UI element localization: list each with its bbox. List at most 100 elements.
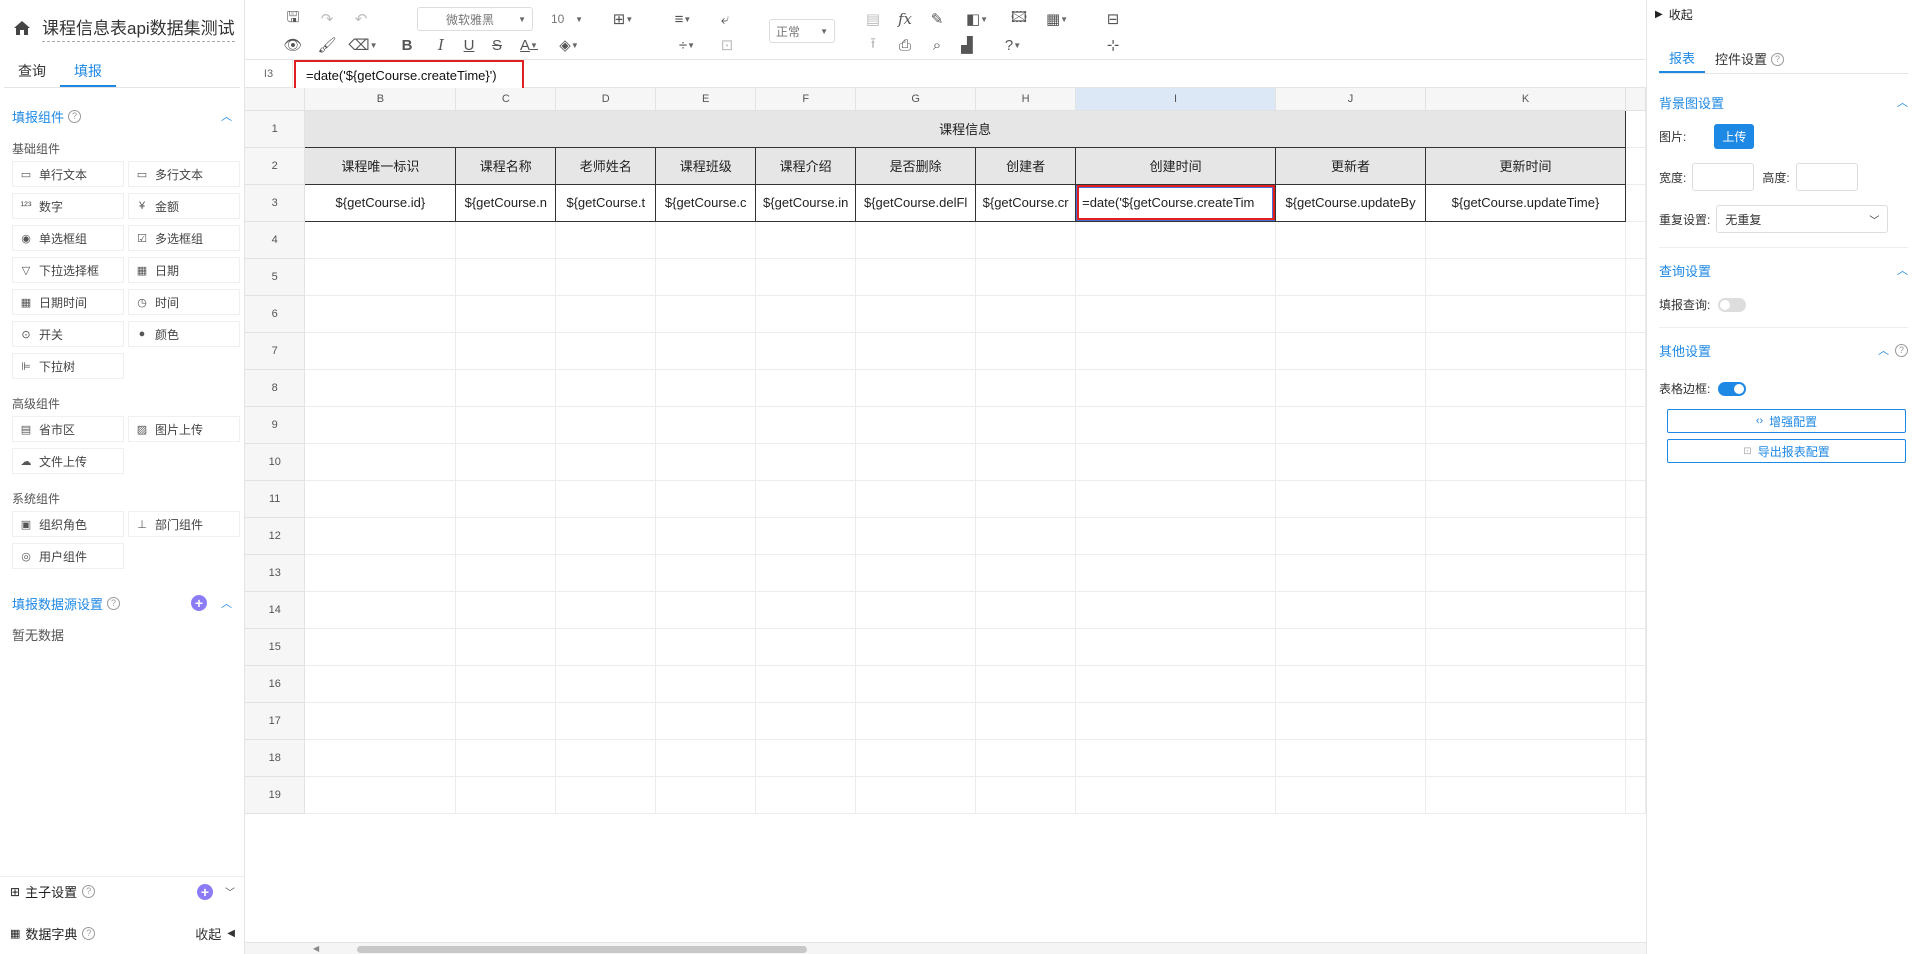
query-settings-header[interactable]: 查询设置 ︿: [1647, 260, 1920, 280]
row-header[interactable]: 14: [245, 591, 306, 629]
empty-cell[interactable]: [755, 628, 857, 666]
caret-right-icon[interactable]: ▶: [1655, 9, 1663, 20]
header-cell[interactable]: 更新者: [1275, 146, 1427, 185]
help-icon[interactable]: ?: [82, 885, 96, 898]
empty-cell[interactable]: [1275, 517, 1427, 555]
empty-cell[interactable]: [1425, 776, 1626, 814]
preview-eye-icon[interactable]: 👁: [281, 34, 305, 56]
help-icon[interactable]: ?: [1895, 343, 1908, 357]
data-cell[interactable]: ${getCourse.updateTime}: [1425, 183, 1626, 222]
bg-settings-header[interactable]: 背景图设置 ︿: [1647, 92, 1920, 112]
display-mode-select[interactable]: 正常 ▼: [769, 19, 835, 43]
column-header-i[interactable]: I: [1075, 88, 1277, 111]
help-icon[interactable]: ?: [1771, 53, 1785, 66]
empty-cell[interactable]: [304, 332, 457, 370]
empty-cell[interactable]: [304, 221, 457, 259]
empty-cell[interactable]: [1425, 295, 1626, 333]
basic-component-9[interactable]: ◷ 时间: [128, 289, 240, 315]
empty-cell[interactable]: [975, 739, 1077, 777]
search-icon[interactable]: ⌕: [925, 34, 949, 56]
row-header[interactable]: 16: [245, 665, 306, 703]
advanced-component-2[interactable]: ☁ 文件上传: [12, 448, 124, 474]
font-color-icon[interactable]: A ▼: [513, 34, 545, 56]
empty-cell[interactable]: [655, 406, 757, 444]
image-icon[interactable]: 🖾: [1007, 8, 1031, 30]
column-header-d[interactable]: D: [555, 88, 657, 111]
empty-cell[interactable]: [975, 776, 1077, 814]
empty-cell[interactable]: [975, 295, 1077, 333]
empty-cell[interactable]: [1075, 517, 1277, 555]
add-datasource-icon[interactable]: +: [191, 595, 207, 611]
empty-cell[interactable]: [455, 739, 557, 777]
upload-button[interactable]: 上传: [1714, 124, 1755, 149]
caret-left-icon[interactable]: ◀: [227, 928, 235, 939]
empty-cell[interactable]: [1425, 628, 1626, 666]
empty-cell[interactable]: [975, 628, 1077, 666]
redo-icon[interactable]: ↷: [315, 8, 339, 30]
empty-cell[interactable]: [655, 480, 757, 518]
empty-cell[interactable]: [1425, 739, 1626, 777]
fill-color-icon[interactable]: ◈ ▼: [553, 34, 585, 56]
width-input[interactable]: [1692, 163, 1755, 191]
empty-cell[interactable]: [1275, 406, 1427, 444]
header-cell[interactable]: 是否删除: [855, 146, 977, 185]
empty-cell[interactable]: [655, 665, 757, 703]
tab-fill[interactable]: 填报: [60, 56, 116, 87]
column-header-k[interactable]: K: [1425, 88, 1626, 111]
empty-cell[interactable]: [1075, 776, 1277, 814]
empty-cell[interactable]: [975, 665, 1077, 703]
empty-cell[interactable]: [855, 258, 977, 296]
chart-grid-icon[interactable]: ▦ ▼: [1041, 8, 1073, 30]
collapse-right-row[interactable]: ▶ 收起: [1647, 0, 1920, 28]
column-header-g[interactable]: G: [855, 88, 977, 111]
data-cell[interactable]: ${getCourse.in: [755, 183, 857, 222]
export-config-button[interactable]: ⊡ 导出报表配置: [1667, 439, 1906, 463]
empty-cell[interactable]: [304, 369, 457, 407]
empty-cell[interactable]: [855, 739, 977, 777]
font-family-select[interactable]: 微软雅黑 ▼: [417, 7, 533, 31]
empty-cell[interactable]: [755, 739, 857, 777]
row-header[interactable]: 17: [245, 702, 306, 740]
empty-cell[interactable]: [455, 480, 557, 518]
empty-cell[interactable]: [304, 258, 457, 296]
empty-cell[interactable]: [555, 702, 657, 740]
chevron-up-icon[interactable]: ︿: [1897, 262, 1908, 278]
empty-cell[interactable]: [655, 443, 757, 481]
empty-cell[interactable]: [304, 628, 457, 666]
header-cell[interactable]: 课程介绍: [755, 146, 857, 185]
fill-query-toggle[interactable]: [1718, 297, 1747, 312]
empty-cell[interactable]: [755, 295, 857, 333]
basic-component-0[interactable]: ▭ 单行文本: [12, 161, 124, 187]
tab-control-settings[interactable]: 控件设置?: [1705, 46, 1794, 73]
tab-report[interactable]: 报表: [1659, 46, 1706, 73]
empty-cell[interactable]: [855, 554, 977, 592]
empty-cell[interactable]: [455, 554, 557, 592]
empty-cell[interactable]: [975, 591, 1077, 629]
advanced-component-0[interactable]: ▤ 省市区: [12, 416, 124, 442]
row-header[interactable]: 2: [245, 147, 306, 185]
empty-cell[interactable]: [855, 406, 977, 444]
help-icon[interactable]: ?: [107, 596, 121, 610]
underline-icon[interactable]: U: [457, 34, 481, 56]
empty-cell[interactable]: [455, 258, 557, 296]
empty-cell[interactable]: [1075, 665, 1277, 703]
empty-cell[interactable]: [755, 776, 857, 814]
empty-cell[interactable]: [855, 221, 977, 259]
enhance-config-button[interactable]: ‹› 增强配置: [1667, 409, 1906, 433]
empty-cell[interactable]: [455, 332, 557, 370]
empty-cell[interactable]: [855, 517, 977, 555]
freeze-icon[interactable]: ⊹: [1101, 34, 1125, 56]
empty-cell[interactable]: [655, 702, 757, 740]
empty-cell[interactable]: [555, 739, 657, 777]
empty-cell[interactable]: [1425, 665, 1626, 703]
empty-cell[interactable]: [855, 369, 977, 407]
empty-cell[interactable]: [1275, 443, 1427, 481]
empty-cell[interactable]: [555, 776, 657, 814]
empty-cell[interactable]: [1275, 776, 1427, 814]
empty-cell[interactable]: [1275, 332, 1427, 370]
empty-cell[interactable]: [1425, 591, 1626, 629]
italic-icon[interactable]: I: [429, 34, 453, 56]
empty-cell[interactable]: [304, 480, 457, 518]
empty-cell[interactable]: [1075, 258, 1277, 296]
empty-cell[interactable]: [975, 406, 1077, 444]
